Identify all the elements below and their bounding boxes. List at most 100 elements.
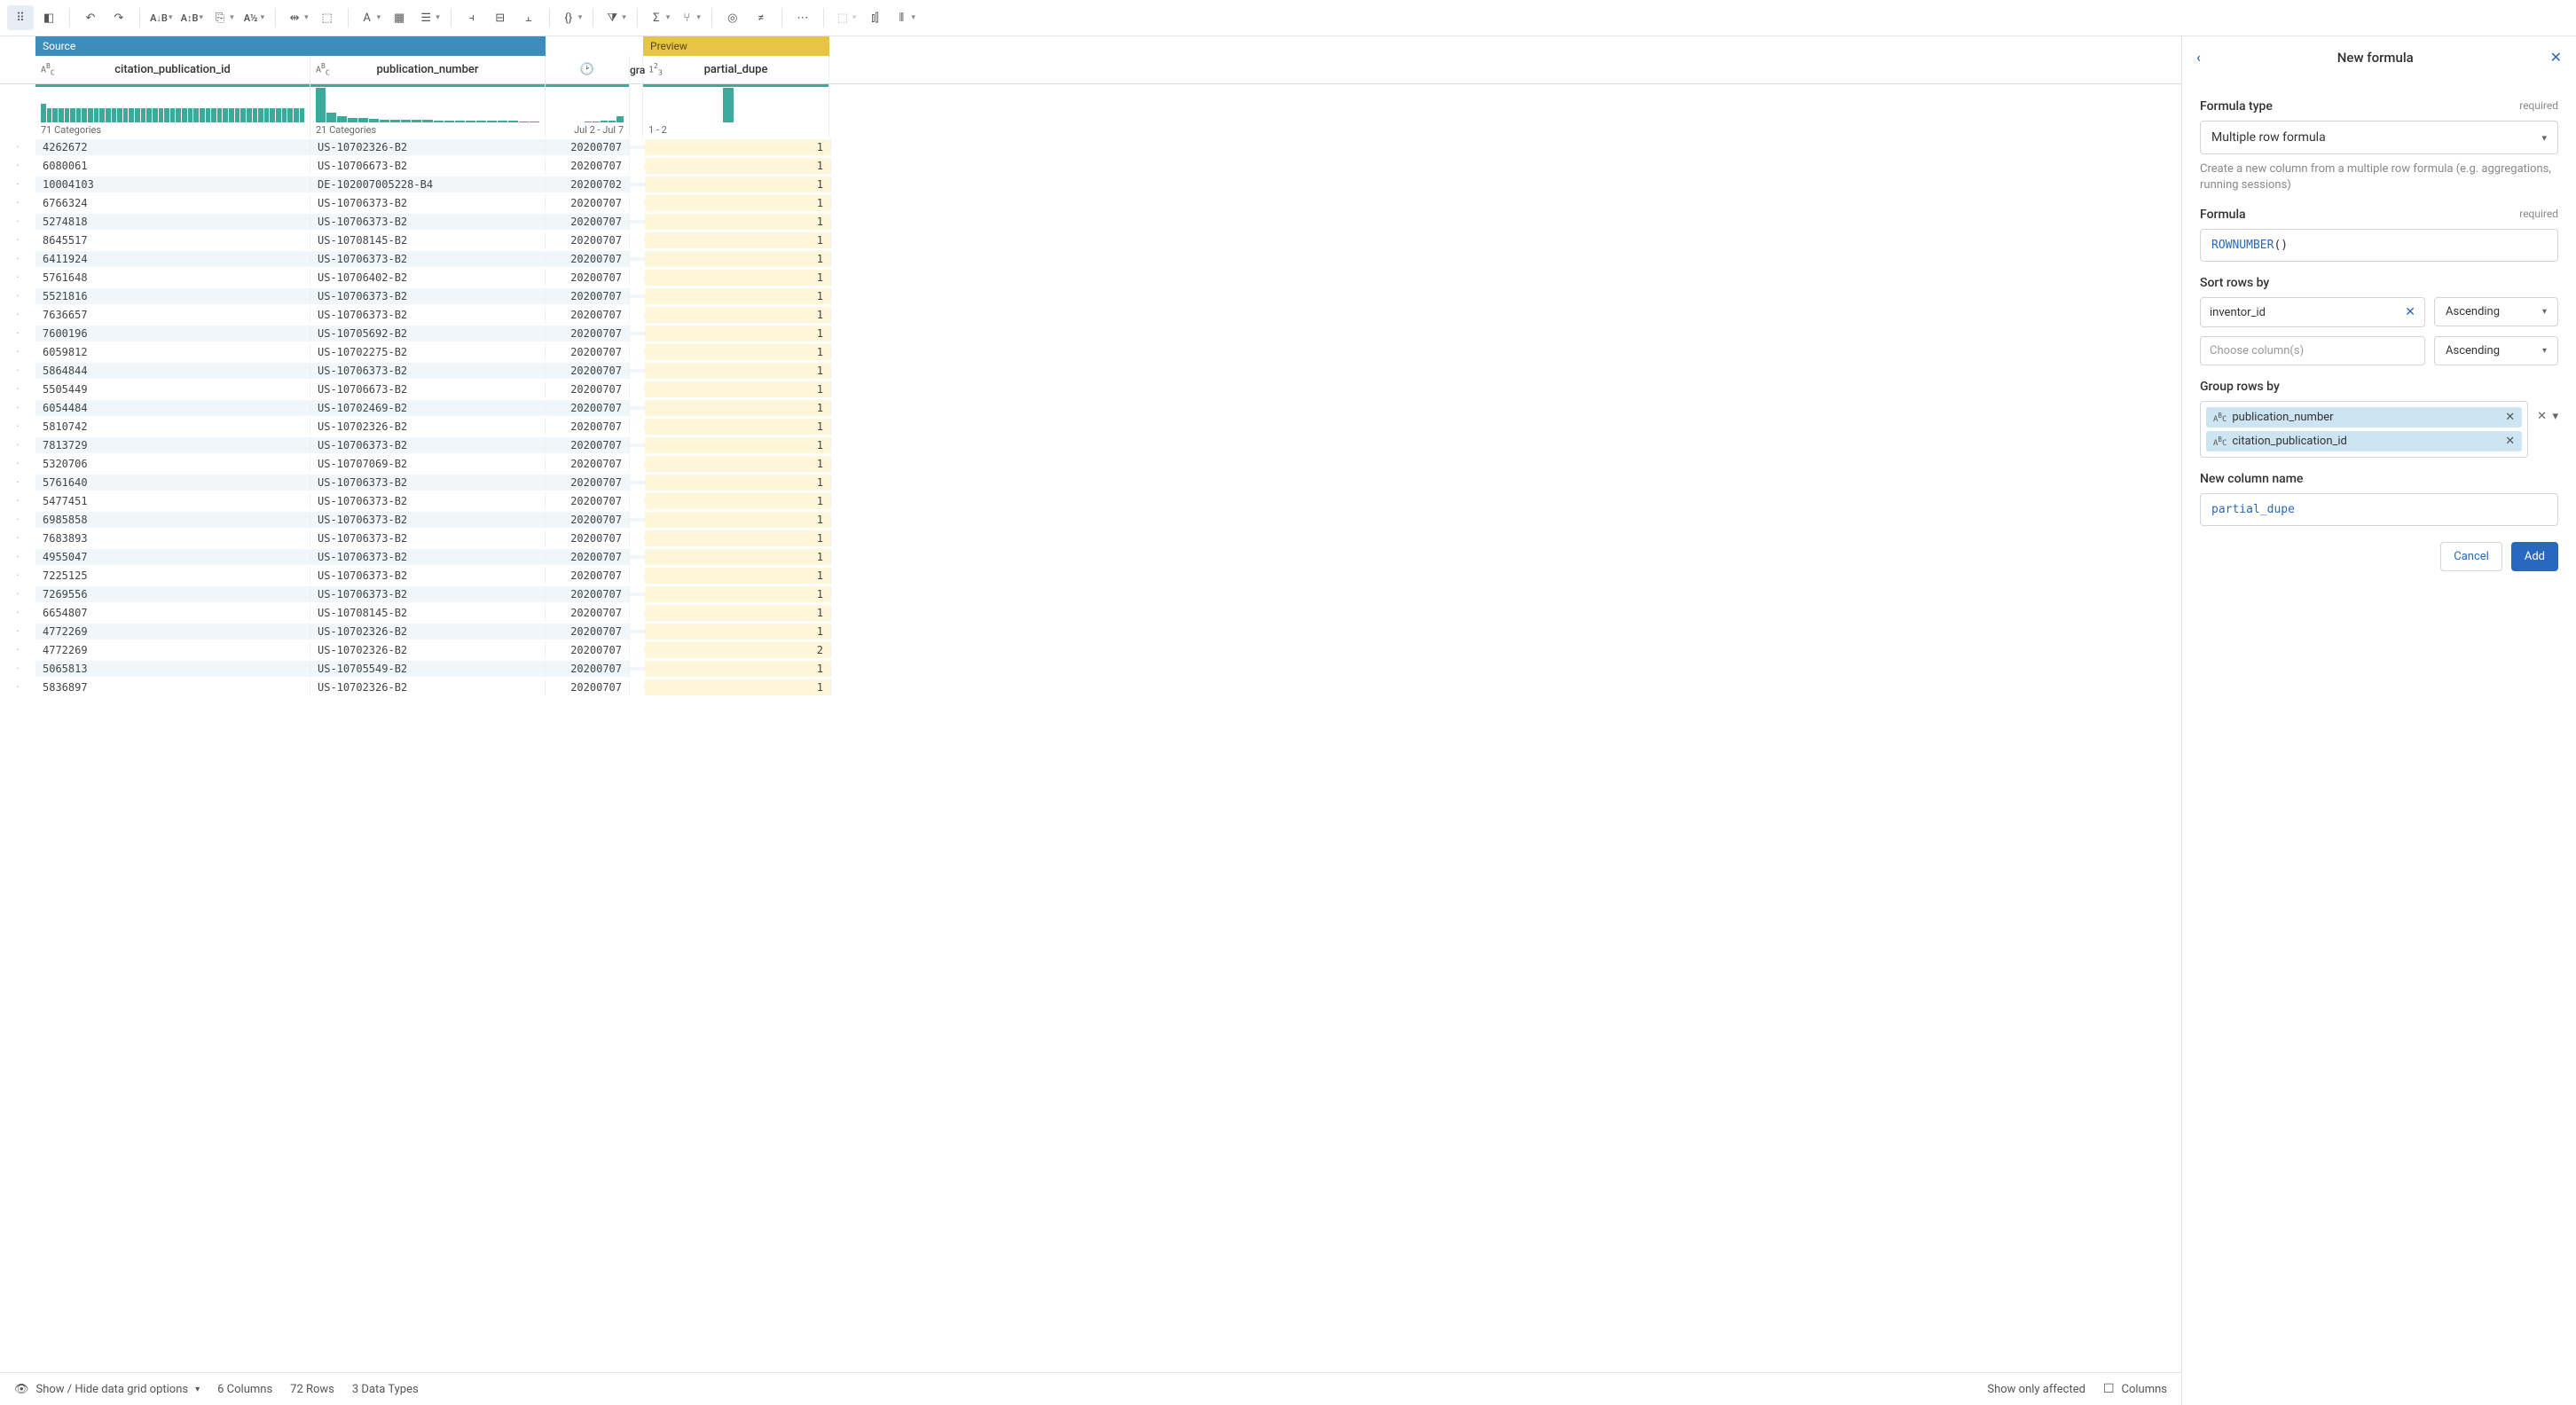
col-header-citation-id[interactable]: ABC citation_publication_id: [35, 56, 310, 83]
more-icon[interactable]: ⋯: [789, 5, 816, 30]
formula-input[interactable]: ROWNUMBER(): [2200, 229, 2558, 262]
row-handle[interactable]: ·: [0, 643, 35, 657]
table-row[interactable]: ·5065813US-10705549-B2202007071: [0, 659, 2181, 678]
table-row[interactable]: ·5521816US-10706373-B2202007071: [0, 286, 2181, 305]
table-row[interactable]: ·7636657US-10706373-B2202007071: [0, 305, 2181, 324]
row-handle[interactable]: ·: [0, 271, 35, 285]
row-handle[interactable]: ·: [0, 177, 35, 192]
table-row[interactable]: ·5505449US-10706673-B2202007071: [0, 380, 2181, 398]
clear-groups-icon[interactable]: ✕ ▾: [2537, 410, 2558, 423]
row-handle[interactable]: ·: [0, 140, 35, 154]
export-icon[interactable]: ⎘▾: [208, 5, 238, 30]
sel-dotted-icon[interactable]: ⬚▾: [831, 5, 860, 30]
sort-direction-select[interactable]: Ascending▾: [2434, 336, 2558, 365]
col-header-date[interactable]: 🕑: [546, 56, 630, 83]
table-row[interactable]: ·7683893US-10706373-B2202007071: [0, 529, 2181, 547]
col-mid-icon[interactable]: ⊟: [487, 5, 514, 30]
row-handle[interactable]: ·: [0, 215, 35, 229]
table-row[interactable]: ·5810742US-10702326-B2202007071: [0, 417, 2181, 436]
braces-icon[interactable]: {}▾: [557, 5, 586, 30]
row-handle[interactable]: ·: [0, 531, 35, 546]
table-row[interactable]: ·5320706US-10707069-B2202007071: [0, 454, 2181, 473]
row-handle[interactable]: ·: [0, 159, 35, 173]
row-handle[interactable]: ·: [0, 401, 35, 415]
sort-direction-select[interactable]: Ascending▾: [2434, 297, 2558, 326]
row-handle[interactable]: ·: [0, 569, 35, 583]
histogram-citation-id[interactable]: 71 Categories: [35, 84, 310, 137]
redo-icon[interactable]: ↷: [106, 5, 132, 30]
row-handle[interactable]: ·: [0, 420, 35, 434]
formula-type-select[interactable]: Multiple row formula ▾: [2200, 121, 2558, 154]
a12-icon[interactable]: A½▾: [240, 5, 269, 30]
group-tag[interactable]: ABCpublication_number✕: [2206, 407, 2522, 428]
row-handle[interactable]: ·: [0, 550, 35, 564]
show-only-affected[interactable]: Show only affected: [1987, 1383, 2085, 1396]
table-row[interactable]: ·7269556US-10706373-B2202007071: [0, 585, 2181, 603]
data-grid-body[interactable]: ·4262672US-10702326-B2202007071·6080061U…: [0, 137, 2181, 1372]
row-handle[interactable]: ·: [0, 457, 35, 471]
table-row[interactable]: ·4262672US-10702326-B2202007071: [0, 137, 2181, 156]
col-header-pub-num[interactable]: ABC publication_number: [310, 56, 546, 83]
table-row[interactable]: ·4772269US-10702326-B2202007071: [0, 622, 2181, 640]
table-row[interactable]: ·5864844US-10706373-B2202007071: [0, 361, 2181, 380]
equalizer-icon[interactable]: ⦀▾: [890, 5, 919, 30]
close-button[interactable]: ✕: [2550, 49, 2562, 66]
table-row[interactable]: ·6059812US-10702275-B2202007071: [0, 342, 2181, 361]
remove-tag-icon[interactable]: ✕: [2505, 435, 2515, 448]
undo-icon[interactable]: ↶: [77, 5, 104, 30]
table-row[interactable]: ·6054484US-10702469-B2202007071: [0, 398, 2181, 417]
text-ab-down-icon[interactable]: A↕B▾: [178, 5, 208, 30]
table-row[interactable]: ·8645517US-10708145-B2202007071: [0, 231, 2181, 249]
table-row[interactable]: ·6654807US-10708145-B2202007071: [0, 603, 2181, 622]
table-row[interactable]: ·5477451US-10706373-B2202007071: [0, 491, 2181, 510]
text-ab-icon[interactable]: A↓B▾: [147, 5, 177, 30]
histogram-date[interactable]: Jul 2 - Jul 7: [546, 84, 630, 137]
table-row[interactable]: ·7600196US-10705692-B2202007071: [0, 324, 2181, 342]
row-handle[interactable]: ·: [0, 252, 35, 266]
show-hide-options[interactable]: 👁 Show / Hide data grid options ▾: [14, 1383, 200, 1396]
row-handle[interactable]: ·: [0, 494, 35, 508]
add-button[interactable]: Add: [2511, 542, 2558, 571]
row-handle[interactable]: ·: [0, 308, 35, 322]
row-handle[interactable]: ·: [0, 233, 35, 247]
row-handle[interactable]: ·: [0, 438, 35, 452]
split-h-icon[interactable]: ⇹▾: [283, 5, 312, 30]
row-handle[interactable]: ·: [0, 364, 35, 378]
clear-icon[interactable]: ✕: [2405, 305, 2415, 319]
sort-column-select[interactable]: inventor_id✕: [2200, 297, 2425, 327]
table-row[interactable]: ·4772269US-10702326-B2202007072: [0, 640, 2181, 659]
table-icon[interactable]: ▦: [386, 5, 412, 30]
table-row[interactable]: ·7813729US-10706373-B2202007071: [0, 436, 2181, 454]
row-handle[interactable]: ·: [0, 196, 35, 210]
table-row[interactable]: ·5761648US-10706402-B2202007071: [0, 268, 2181, 286]
row-handle[interactable]: ·: [0, 475, 35, 490]
histogram-dupe[interactable]: 1 - 2: [643, 84, 829, 137]
col-header-dupe[interactable]: 123 partial_dupe: [643, 56, 829, 83]
table-row[interactable]: ·7225125US-10706373-B2202007071: [0, 566, 2181, 585]
expand-col-icon[interactable]: ⬚: [314, 5, 341, 30]
histogram-pub-num[interactable]: 21 Categories: [310, 84, 546, 137]
row-handle[interactable]: ·: [0, 326, 35, 341]
group-tags-input[interactable]: ABCpublication_number✕ABCcitation_public…: [2200, 401, 2528, 458]
new-column-name-input[interactable]: partial_dupe: [2200, 493, 2558, 526]
table-row[interactable]: ·4955047US-10706373-B2202007071: [0, 547, 2181, 566]
not-equal-icon[interactable]: ≠: [748, 5, 774, 30]
row-handle[interactable]: ·: [0, 289, 35, 303]
row-handle[interactable]: ·: [0, 680, 35, 695]
table-row[interactable]: ·10004103DE-102007005228-B4202007021: [0, 175, 2181, 193]
grid-apps-icon[interactable]: ⠿: [7, 5, 34, 30]
row-handle[interactable]: ·: [0, 382, 35, 396]
row-handle[interactable]: ·: [0, 513, 35, 527]
layout-panel-icon[interactable]: ◧: [35, 5, 62, 30]
row-handle[interactable]: ·: [0, 624, 35, 639]
filter-icon[interactable]: ⧩▾: [601, 5, 630, 30]
row-handle[interactable]: ·: [0, 587, 35, 601]
overlap-icon[interactable]: ◎: [719, 5, 746, 30]
remove-tag-icon[interactable]: ✕: [2505, 411, 2515, 424]
branch-icon[interactable]: ⑂▾: [675, 5, 704, 30]
col-right-icon[interactable]: ⫠: [515, 5, 542, 30]
col-header-gra[interactable]: gra: [630, 56, 643, 83]
table-row[interactable]: ·5836897US-10702326-B2202007071: [0, 678, 2181, 696]
row-handle[interactable]: ·: [0, 606, 35, 620]
columns-button[interactable]: ☐ Columns: [2103, 1382, 2167, 1396]
